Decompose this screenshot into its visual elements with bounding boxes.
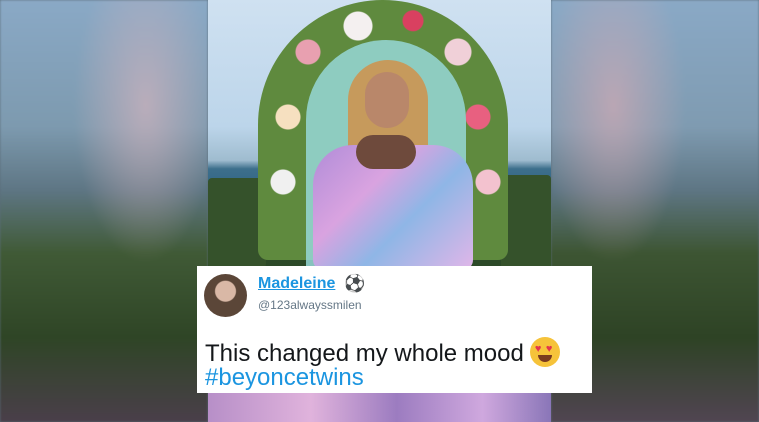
face — [365, 72, 409, 128]
fabric — [208, 392, 551, 422]
hashtag-link[interactable]: #beyoncetwins — [205, 364, 364, 392]
display-name-link[interactable]: Madeleine — [258, 275, 335, 293]
heart-eyes-icon: ♥ ♥ — [529, 337, 560, 367]
avatar[interactable] — [204, 274, 247, 317]
blurred-background-left — [0, 0, 208, 422]
tweet-text-content: This changed my whole mood — [205, 340, 524, 367]
tweet-card: Madeleine ⚽ @123alwayssmilen This change… — [197, 266, 592, 393]
hedge-right — [501, 175, 551, 270]
babies — [356, 135, 416, 169]
user-handle: @123alwayssmilen — [258, 298, 362, 312]
soccer-ball-icon: ⚽ — [344, 274, 366, 293]
